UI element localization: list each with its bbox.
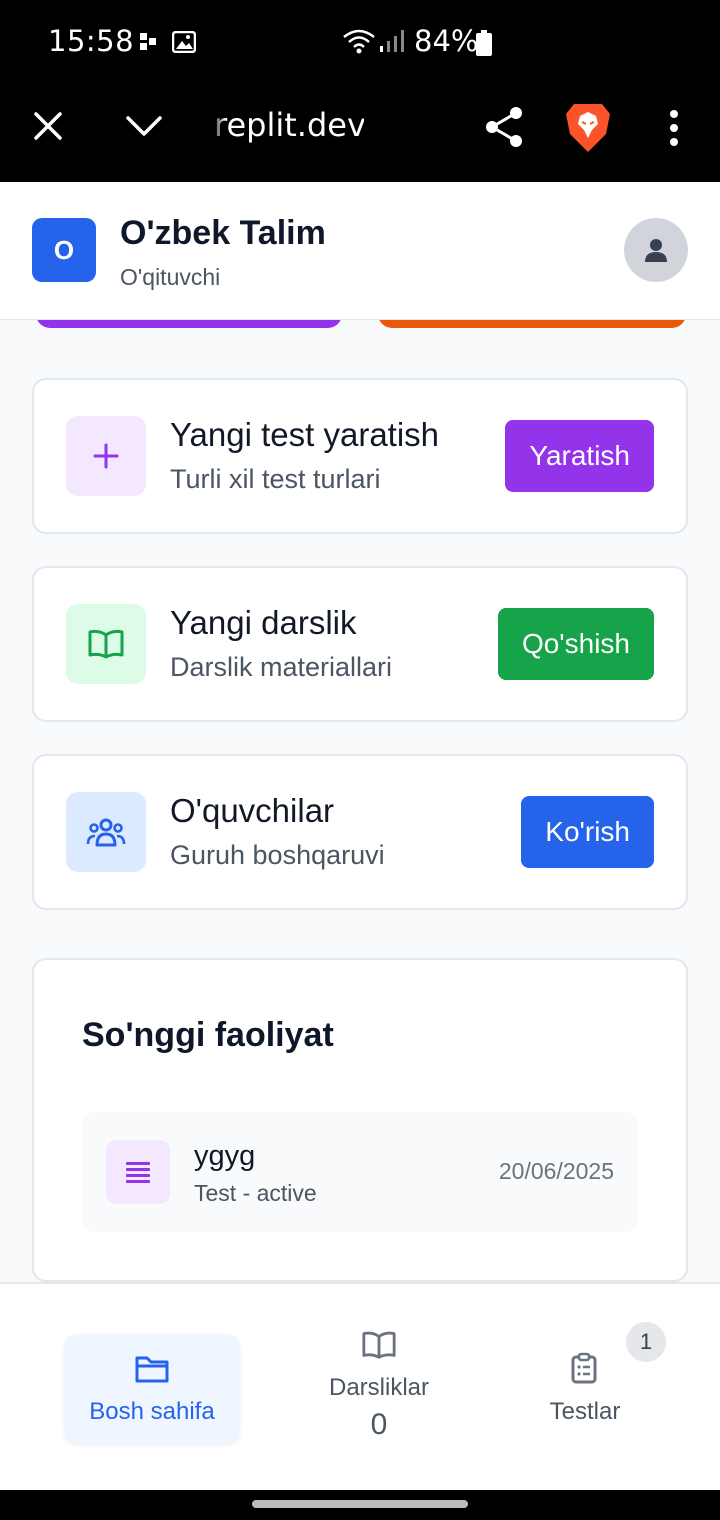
activity-item[interactable]: ygyg Test - active 20/06/2025 xyxy=(82,1112,638,1232)
url-fade xyxy=(210,104,226,150)
app-role: O'qituvchi xyxy=(120,264,221,290)
status-time: 15:58 xyxy=(48,24,135,58)
recent-activity-card: So'nggi faoliyat ygyg Test - active 20/0… xyxy=(32,958,688,1282)
nav-lessons[interactable]: Darsliklar 0 xyxy=(300,1328,458,1448)
add-lesson-button[interactable]: Qo'shish xyxy=(497,608,654,680)
browser-toolbar: replit.dev xyxy=(0,84,720,182)
activity-meta: Test - active xyxy=(194,1180,317,1206)
user-icon xyxy=(645,239,667,262)
book-open-icon xyxy=(362,1331,396,1359)
clipboard-list-icon xyxy=(571,1352,597,1384)
bottom-navigation: Bosh sahifa Darsliklar 0 Testlar xyxy=(0,1282,720,1490)
nav-home[interactable]: Bosh sahifa xyxy=(64,1334,240,1444)
brave-shield-icon[interactable] xyxy=(564,100,612,154)
folder-icon xyxy=(135,1356,169,1383)
profile-avatar[interactable] xyxy=(624,218,688,282)
book-icon xyxy=(88,629,124,659)
view-students-button[interactable]: Ko'rish xyxy=(521,796,654,868)
gallery-notification-icon xyxy=(172,31,196,53)
home-gesture-bar[interactable] xyxy=(252,1500,468,1508)
status-bar: 15:58 84% xyxy=(0,0,720,84)
activity-date: 20/06/2025 xyxy=(498,1158,614,1184)
action-subtitle: Guruh boshqaruvi xyxy=(170,840,385,870)
book-icon-wrap xyxy=(66,604,146,684)
wifi-icon xyxy=(343,29,375,54)
action-title: Yangi test yaratish xyxy=(170,416,440,453)
battery-icon xyxy=(476,30,492,56)
action-title: O'quvchilar xyxy=(170,792,335,829)
signal-icon xyxy=(380,30,404,52)
plus-icon-wrap xyxy=(66,416,146,496)
url-text[interactable]: replit.dev xyxy=(214,106,364,144)
nav-tests-label: Testlar xyxy=(549,1398,621,1425)
action-card-students: O'quvchilar Guruh boshqaruvi Ko'rish xyxy=(32,754,688,910)
chevron-down-icon[interactable] xyxy=(122,106,166,146)
list-icon xyxy=(126,1162,150,1183)
system-nav-bar xyxy=(0,1490,720,1520)
action-card-new-lesson: Yangi darslik Darslik materiallari Qo'sh… xyxy=(32,566,688,722)
action-title: Yangi darslik xyxy=(170,604,357,641)
activity-name: ygyg xyxy=(194,1140,256,1172)
list-icon-wrap xyxy=(106,1140,170,1204)
plus-icon xyxy=(93,443,119,469)
close-icon[interactable] xyxy=(28,106,68,146)
more-vert-icon[interactable] xyxy=(660,106,688,150)
action-card-new-test: Yangi test yaratish Turli xil test turla… xyxy=(32,378,688,534)
app-header: O O'zbek Talim O'qituvchi xyxy=(0,182,720,320)
app-title: O'zbek Talim xyxy=(120,214,326,252)
users-icon-wrap xyxy=(66,792,146,872)
nav-lessons-count: 0 xyxy=(370,1408,388,1441)
battery-percent: 84% xyxy=(414,24,479,58)
tests-count-badge: 1 xyxy=(626,1322,666,1362)
action-subtitle: Turli xil test turlari xyxy=(170,464,381,494)
activity-title: So'nggi faoliyat xyxy=(82,1016,334,1054)
app-logo: O xyxy=(32,218,96,282)
action-subtitle: Darslik materiallari xyxy=(170,652,393,682)
notification-dots-icon xyxy=(140,33,156,50)
users-icon xyxy=(86,818,126,847)
create-test-button[interactable]: Yaratish xyxy=(505,420,654,492)
share-icon[interactable] xyxy=(482,104,526,150)
nav-lessons-label: Darsliklar xyxy=(328,1374,429,1401)
nav-home-label: Bosh sahifa xyxy=(89,1398,215,1425)
